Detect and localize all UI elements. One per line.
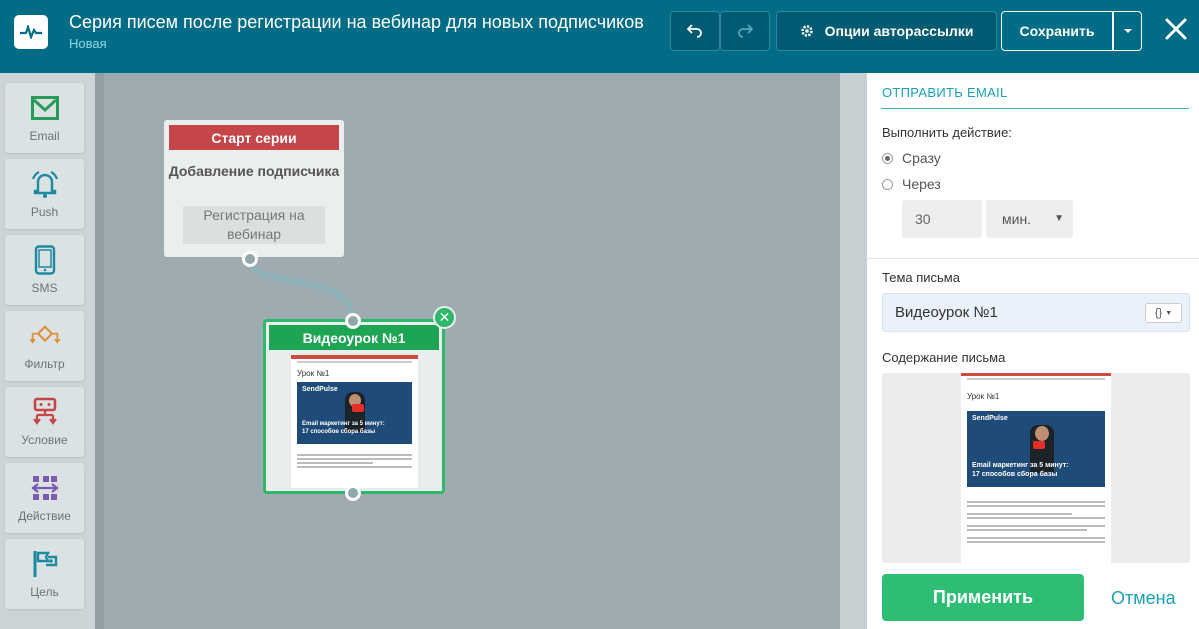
variable-braces-icon: {}	[1154, 307, 1163, 319]
chevron-down-icon	[1123, 29, 1132, 33]
email-node-video-caption-line-2: 17 способов сбора базы	[302, 429, 376, 435]
delete-node-button[interactable]: ✕	[433, 306, 456, 329]
start-node-segment: Регистрация на вебинар	[183, 206, 325, 244]
panel-title: ОТПРАВИТЬ EMAIL	[882, 85, 1008, 100]
email-preview-text-line	[967, 501, 1105, 503]
chevron-down-icon: ▼	[1054, 213, 1064, 224]
close-icon[interactable]	[1164, 17, 1188, 41]
panel-divider	[867, 258, 1199, 259]
insert-variable-button[interactable]: {} ▼	[1145, 303, 1182, 323]
email-node[interactable]: Видеоурок №1 Урок №1 SendPulse Email мар…	[263, 319, 445, 494]
save-button[interactable]: Сохранить	[1001, 11, 1113, 51]
radio-now-label[interactable]: Сразу	[902, 150, 941, 166]
subject-value: Видеоурок №1	[895, 304, 998, 321]
email-node-thumbnail-heading: Урок №1	[297, 369, 330, 378]
radio-after-label[interactable]: Через	[902, 176, 941, 192]
email-preview-video-brand: SendPulse	[972, 415, 1008, 422]
email-preview-video-face	[1034, 426, 1049, 441]
email-preview-text-line	[967, 537, 1105, 539]
email-preview-text-line	[967, 517, 1105, 519]
email-node-output-port[interactable]	[345, 485, 361, 501]
email-preview-text-line	[967, 513, 1072, 515]
radio-after[interactable]	[882, 179, 893, 190]
email-node-thumbnail-preheader	[297, 361, 412, 363]
email-node-thumbnail-topline	[291, 355, 418, 359]
chevron-down-icon: ▼	[1165, 309, 1173, 317]
email-preview-text-line	[967, 525, 1105, 527]
subject-label: Тема письма	[882, 270, 960, 285]
email-preview-text-line	[967, 541, 1105, 543]
play-icon	[1033, 441, 1046, 450]
email-node-input-port[interactable]	[345, 313, 361, 329]
email-preview-text-line	[967, 529, 1087, 531]
email-node-video-caption-line-1: Email маркетинг за 5 минут:	[302, 421, 385, 427]
subject-input[interactable]: Видеоурок №1 {} ▼	[882, 293, 1190, 332]
email-preview-text-line	[967, 505, 1105, 507]
email-preview-video-caption-line-1: Email маркетинг за 5 минут:	[972, 462, 1069, 469]
autoseries-options-label: Опции авторассылки	[824, 23, 974, 39]
action-label: Выполнить действие:	[882, 125, 1012, 140]
email-preview-preheader	[967, 378, 1105, 380]
start-node-output-port[interactable]	[242, 251, 258, 267]
delay-value-input[interactable]: 30	[902, 200, 982, 238]
start-node[interactable]: Старт серии Добавление подписчика Регист…	[164, 120, 344, 257]
email-preview-heading: Урок №1	[967, 392, 1000, 401]
delay-unit-value: мин.	[1002, 211, 1032, 227]
email-preview-topline	[961, 373, 1111, 376]
email-preview-page: Урок №1 SendPulse Email маркетинг за 5 м…	[961, 373, 1111, 563]
panel-footer: Применить Отмена	[867, 563, 1199, 629]
email-node-video-thumbnail: SendPulse Email маркетинг за 5 минут: 17 …	[297, 382, 412, 444]
delay-unit-select[interactable]: мин. ▼	[986, 200, 1073, 238]
apply-button[interactable]: Применить	[882, 574, 1084, 621]
content-label: Содержание письма	[882, 350, 1006, 365]
panel-title-underline	[881, 108, 1189, 109]
email-node-text-line	[297, 458, 412, 460]
panel-scroll-strip	[840, 73, 867, 629]
radio-now[interactable]	[882, 153, 893, 164]
email-node-thumbnail: Урок №1 SendPulse Email маркетинг за 5 м…	[291, 355, 418, 488]
email-preview-video-caption: Email маркетинг за 5 минут: 17 способов с…	[972, 461, 1069, 479]
flow-connector	[247, 258, 356, 319]
email-node-video-brand: SendPulse	[302, 386, 338, 393]
save-dropdown-button[interactable]	[1113, 11, 1142, 51]
play-icon	[352, 404, 365, 413]
email-node-text-line	[297, 454, 412, 456]
start-node-event: Добавление подписчика	[168, 163, 340, 179]
close-icon: ✕	[438, 309, 451, 325]
email-node-video-caption: Email маркетинг за 5 минут: 17 способов с…	[302, 420, 385, 436]
panel-body: ОТПРАВИТЬ EMAIL Выполнить действие: Сраз…	[867, 73, 1199, 629]
email-node-text-line	[297, 462, 374, 464]
email-settings-panel: ОТПРАВИТЬ EMAIL Выполнить действие: Сраз…	[840, 73, 1199, 629]
start-node-header: Старт серии	[169, 125, 339, 150]
email-preview-video-caption-line-2: 17 способов сбора базы	[972, 471, 1058, 478]
email-content-preview[interactable]: Урок №1 SendPulse Email маркетинг за 5 м…	[882, 373, 1190, 563]
email-preview-video: SendPulse Email маркетинг за 5 минут: 17 …	[967, 411, 1105, 487]
email-node-text-line	[297, 466, 412, 468]
cancel-link[interactable]: Отмена	[1111, 588, 1176, 609]
